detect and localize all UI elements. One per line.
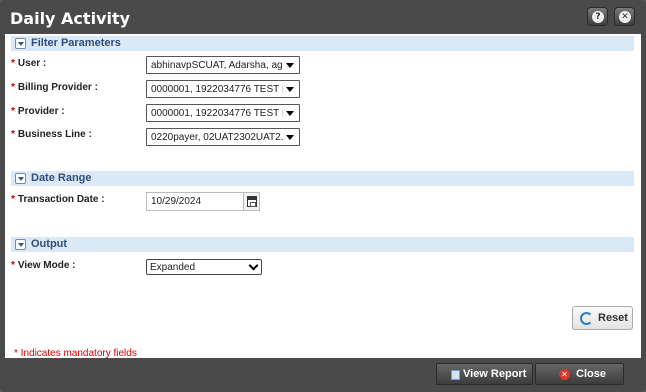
business-line-select[interactable]: 0220payer, 02UAT2302UAT2... — [146, 128, 300, 146]
help-button[interactable]: ? — [587, 7, 608, 26]
provider-select[interactable]: 0000001, 1922034776 TEST I... — [146, 104, 300, 122]
dropdown-arrow-icon — [286, 87, 294, 92]
user-select[interactable]: abhinavpSCUAT, Adarsha, ag... — [146, 56, 300, 74]
question-icon: ? — [592, 11, 604, 23]
reset-label: Reset — [598, 312, 628, 324]
window-close-button[interactable]: ✕ — [614, 7, 635, 26]
view-report-label: View Report — [463, 368, 527, 380]
date-value: 10/29/2024 — [151, 196, 202, 207]
collapse-toggle-icon[interactable] — [15, 239, 26, 250]
output-header[interactable]: Output — [11, 237, 634, 252]
dropdown-arrow-icon — [286, 63, 294, 68]
dialog-title: Daily Activity — [10, 9, 131, 28]
close-x-icon: ✕ — [619, 11, 631, 23]
select-value: Expanded — [150, 262, 196, 273]
section-title: Output — [31, 238, 68, 250]
calendar-button[interactable] — [243, 192, 260, 211]
select-value: abhinavpSCUAT, Adarsha, ag... — [151, 60, 283, 71]
dropdown-arrow-icon — [286, 111, 294, 116]
chevron-down-icon — [248, 260, 259, 271]
daily-activity-dialog: Daily Activity ? ✕ Filter Parameters * Us… — [0, 0, 646, 392]
view-mode-label: * View Mode : — [11, 260, 76, 271]
select-value: 0000001, 1922034776 TEST I... — [151, 108, 283, 119]
section-title: Date Range — [31, 172, 92, 184]
select-value: 0220payer, 02UAT2302UAT2... — [151, 132, 283, 143]
provider-label: * Provider : — [11, 106, 65, 117]
billing-provider-select[interactable]: 0000001, 1922034776 TEST I... — [146, 80, 300, 98]
dropdown-arrow-icon — [286, 135, 294, 140]
close-label: Close — [576, 368, 606, 380]
collapse-toggle-icon[interactable] — [15, 173, 26, 184]
view-report-button[interactable]: View Report — [436, 363, 533, 385]
dialog-content: Filter Parameters * User : abhinavpSCUAT,… — [5, 34, 641, 359]
billing-provider-label: * Billing Provider : — [11, 82, 98, 93]
select-value: 0000001, 1922034776 TEST I... — [151, 84, 283, 95]
close-button[interactable]: ✕ Close — [535, 363, 624, 385]
mandatory-note: * Indicates mandatory fields — [14, 348, 137, 359]
calendar-icon — [247, 196, 257, 207]
filter-parameters-header[interactable]: Filter Parameters — [11, 36, 634, 51]
view-mode-select[interactable]: Expanded — [146, 259, 262, 275]
reset-button[interactable]: Reset — [572, 306, 633, 330]
transaction-date-label: * Transaction Date : — [11, 194, 105, 205]
close-icon: ✕ — [559, 369, 570, 380]
report-icon — [451, 370, 460, 380]
business-line-label: * Business Line : — [11, 129, 92, 140]
title-bar: Daily Activity ? ✕ — [0, 0, 646, 34]
date-range-header[interactable]: Date Range — [11, 171, 634, 186]
user-label: * User : — [11, 58, 47, 69]
section-title: Filter Parameters — [31, 37, 121, 49]
collapse-toggle-icon[interactable] — [15, 38, 26, 49]
transaction-date-input[interactable]: 10/29/2024 — [146, 192, 244, 211]
refresh-icon — [580, 312, 593, 325]
